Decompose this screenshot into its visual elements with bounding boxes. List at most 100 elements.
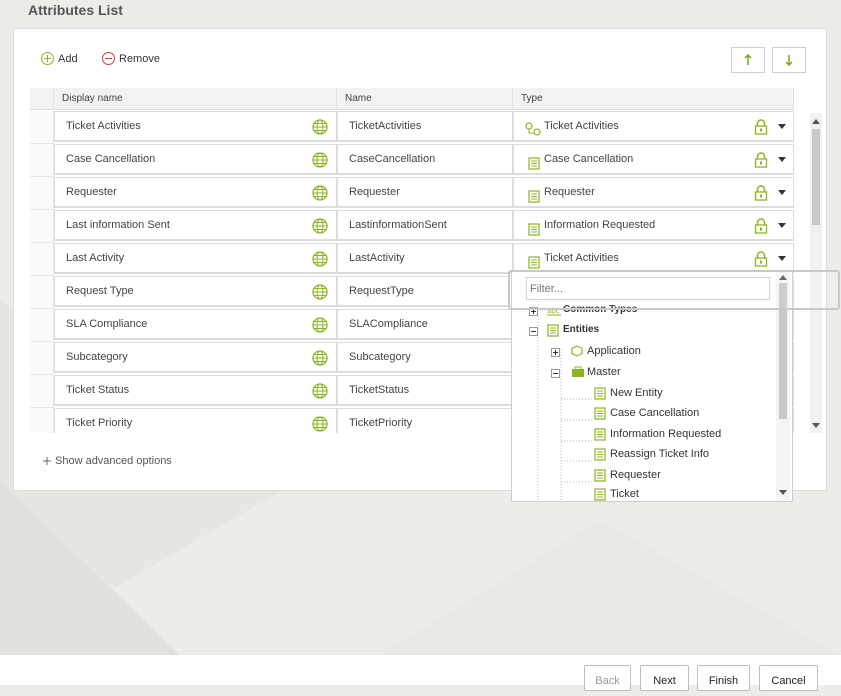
lock-icon[interactable] <box>754 250 768 267</box>
tree-node-label[interactable]: Application <box>587 345 641 357</box>
folder-icon <box>571 366 585 381</box>
display-name-text: Ticket Status <box>66 384 130 396</box>
display-name-text: Request Type <box>66 285 134 297</box>
display-name-cell[interactable]: SLA Compliance <box>54 309 337 340</box>
tree-node-label[interactable]: Case Cancellation <box>610 407 699 419</box>
globe-icon[interactable] <box>312 118 328 135</box>
tree-node-label[interactable]: Requester <box>610 469 661 481</box>
column-header-type[interactable]: Type <box>513 88 794 110</box>
display-name-cell[interactable]: Subcategory <box>54 342 337 373</box>
name-cell[interactable]: TicketStatus <box>337 375 513 406</box>
tree-node-label[interactable]: Master <box>587 366 621 378</box>
collapse-icon[interactable] <box>551 369 560 378</box>
display-name-cell[interactable]: Last Activity <box>54 243 337 274</box>
type-text: Information Requested <box>544 219 656 231</box>
show-advanced-options-label: Show advanced options <box>55 455 172 467</box>
name-cell[interactable]: LastinformationSent <box>337 210 513 241</box>
name-cell[interactable]: LastActivity <box>337 243 513 274</box>
tree-node-label[interactable]: Information Requested <box>610 428 721 440</box>
remove-button[interactable]: Remove <box>102 52 160 65</box>
chevron-down-icon[interactable] <box>778 157 786 162</box>
row-selector[interactable] <box>30 177 54 210</box>
arrow-up-icon <box>744 54 752 65</box>
chevron-down-icon[interactable] <box>778 256 786 261</box>
row-selector[interactable] <box>30 144 54 177</box>
display-name-cell[interactable]: Requester <box>54 177 337 208</box>
collapse-icon[interactable] <box>529 327 538 336</box>
tree-node-label[interactable]: Reassign Ticket Info <box>610 448 709 460</box>
plus-icon <box>43 457 51 465</box>
globe-icon[interactable] <box>312 250 328 267</box>
back-button[interactable]: Back <box>584 665 631 691</box>
row-selector[interactable] <box>30 111 54 144</box>
name-cell[interactable]: CaseCancellation <box>337 144 513 175</box>
display-name-cell[interactable]: Ticket Activities <box>54 111 337 142</box>
globe-icon[interactable] <box>312 349 328 366</box>
name-cell[interactable]: SLACompliance <box>337 309 513 340</box>
move-up-button[interactable] <box>731 47 765 73</box>
column-header-display-name[interactable]: Display name <box>54 88 337 110</box>
expand-icon[interactable] <box>551 348 560 357</box>
tree-node-label[interactable]: New Entity <box>610 387 663 399</box>
cancel-button[interactable]: Cancel <box>759 665 818 691</box>
add-button[interactable]: Add <box>41 52 78 65</box>
display-name-cell[interactable]: Ticket Status <box>54 375 337 406</box>
globe-icon[interactable] <box>312 382 328 399</box>
display-name-text: Ticket Priority <box>66 417 133 429</box>
entity-icon <box>528 153 540 170</box>
globe-icon[interactable] <box>312 283 328 300</box>
row-selector[interactable] <box>30 375 54 408</box>
display-name-cell[interactable]: Ticket Priority <box>54 408 337 433</box>
display-name-cell[interactable]: Case Cancellation <box>54 144 337 175</box>
remove-button-label: Remove <box>119 52 160 65</box>
globe-icon[interactable] <box>312 415 328 432</box>
lock-icon[interactable] <box>754 118 768 135</box>
name-cell[interactable]: TicketPriority <box>337 408 513 433</box>
chevron-down-icon[interactable] <box>778 223 786 228</box>
entity-icon <box>594 407 606 423</box>
row-selector[interactable] <box>30 276 54 309</box>
display-name-cell[interactable]: Last information Sent <box>54 210 337 241</box>
finish-button[interactable]: Finish <box>697 665 750 691</box>
globe-icon[interactable] <box>312 151 328 168</box>
name-cell[interactable]: TicketActivities <box>337 111 513 142</box>
display-name-cell[interactable]: Request Type <box>54 276 337 307</box>
tree-node-label[interactable]: Ticket <box>610 488 639 500</box>
lock-icon[interactable] <box>754 184 768 201</box>
row-selector[interactable] <box>30 408 54 433</box>
globe-icon[interactable] <box>312 316 328 333</box>
lock-icon[interactable] <box>754 217 768 234</box>
next-button[interactable]: Next <box>640 665 689 691</box>
show-advanced-options-link[interactable]: Show advanced options <box>42 455 172 467</box>
row-selector[interactable] <box>30 210 54 243</box>
globe-icon[interactable] <box>312 184 328 201</box>
application-icon <box>571 345 583 360</box>
name-cell[interactable]: RequestType <box>337 276 513 307</box>
row-selector[interactable] <box>30 342 54 375</box>
display-name-text: SLA Compliance <box>66 318 148 330</box>
arrow-down-icon <box>785 55 793 66</box>
globe-icon[interactable] <box>312 217 328 234</box>
row-selector[interactable] <box>30 309 54 342</box>
move-down-button[interactable] <box>772 47 806 73</box>
filter-input[interactable] <box>526 277 770 300</box>
name-cell[interactable]: Requester <box>337 177 513 208</box>
row-selector[interactable] <box>30 243 54 276</box>
name-cell[interactable]: Subcategory <box>337 342 513 373</box>
type-cell[interactable]: Information Requested <box>513 210 794 241</box>
page-title: Attributes List <box>28 2 123 18</box>
type-cell[interactable]: Requester <box>513 177 794 208</box>
chevron-down-icon[interactable] <box>778 124 786 129</box>
type-cell[interactable]: Case Cancellation <box>513 144 794 175</box>
tree-node-label[interactable]: Entities <box>563 324 599 335</box>
entity-icon <box>594 469 606 485</box>
chevron-down-icon[interactable] <box>778 190 786 195</box>
add-icon <box>41 52 54 65</box>
entity-icon <box>594 448 606 464</box>
lock-icon[interactable] <box>754 151 768 168</box>
column-header-name[interactable]: Name <box>337 88 513 110</box>
type-cell[interactable]: Ticket Activities <box>513 111 794 142</box>
type-text: Ticket Activities <box>544 252 619 264</box>
entity-icon <box>528 219 540 236</box>
activity-icon <box>525 119 541 136</box>
